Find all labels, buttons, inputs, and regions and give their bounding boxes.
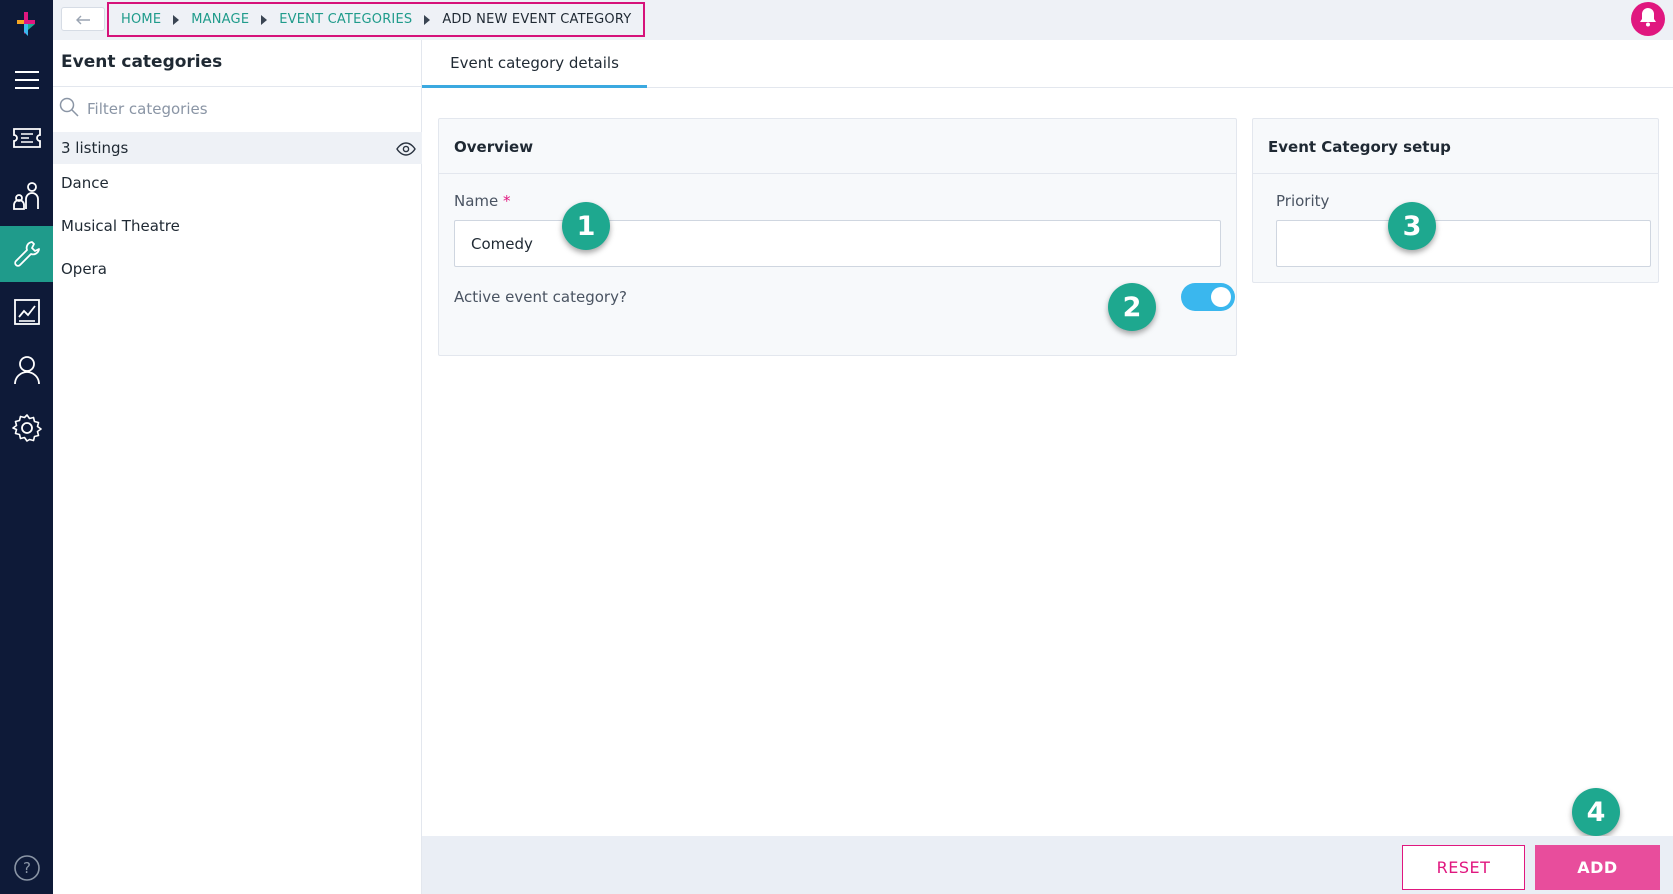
breadcrumb-home[interactable]: HOME (121, 12, 161, 27)
setup-panel: Event Category setup Priority (1252, 118, 1659, 283)
action-bar: RESET ADD (422, 836, 1673, 894)
toggle-knob (1211, 287, 1231, 307)
report-icon (13, 298, 41, 326)
svg-text:?: ? (23, 859, 31, 877)
gear-icon (11, 413, 42, 443)
nav-reports-button[interactable] (0, 284, 53, 340)
ticket-icon (12, 127, 41, 149)
callout-marker-1: 1 (562, 202, 610, 250)
priority-label: Priority (1276, 192, 1330, 210)
menu-icon (14, 70, 40, 90)
reset-button[interactable]: RESET (1402, 845, 1525, 890)
search-icon (59, 97, 79, 121)
overview-title: Overview (454, 138, 534, 156)
wrench-icon (12, 239, 42, 269)
category-sidebar: Event categories 3 listings Dance Musica… (53, 40, 422, 894)
breadcrumb-event-categories[interactable]: EVENT CATEGORIES (279, 12, 412, 27)
listings-bar: 3 listings (53, 132, 422, 164)
list-item-dance[interactable]: Dance (61, 174, 109, 192)
setup-panel-header: Event Category setup (1253, 119, 1658, 174)
nav-users-button[interactable] (0, 342, 53, 398)
nav-manage-button[interactable] (0, 226, 53, 282)
tab-bar: Event category details (422, 40, 1673, 88)
user-icon (13, 355, 41, 385)
callout-marker-3: 3 (1388, 202, 1436, 250)
bell-icon (1639, 7, 1657, 31)
listings-count: 3 listings (61, 139, 129, 157)
breadcrumb-manage[interactable]: MANAGE (191, 12, 249, 27)
back-button[interactable] (61, 7, 105, 31)
nav-rail: ? (0, 0, 53, 894)
nav-tickets-button[interactable] (0, 110, 53, 166)
breadcrumb-current: ADD NEW EVENT CATEGORY (442, 12, 632, 27)
priority-input[interactable] (1276, 220, 1651, 267)
callout-marker-4: 4 (1572, 788, 1620, 836)
tab-event-category-details[interactable]: Event category details (422, 40, 647, 88)
sidebar-title: Event categories (61, 52, 223, 72)
breadcrumb: HOME MANAGE EVENT CATEGORIES ADD NEW EVE… (107, 2, 646, 37)
active-category-label: Active event category? (454, 288, 627, 306)
breadcrumb-separator-icon (173, 14, 180, 25)
notifications-button[interactable] (1631, 2, 1665, 36)
help-icon: ? (13, 854, 41, 882)
name-label-text: Name (454, 192, 499, 210)
top-bar: HOME MANAGE EVENT CATEGORIES ADD NEW EVE… (53, 0, 1673, 40)
main-content: Event category details Overview Name * A… (422, 40, 1673, 894)
breadcrumb-separator-icon (261, 14, 268, 25)
required-marker: * (503, 192, 511, 210)
nav-settings-button[interactable] (0, 400, 53, 456)
list-item-musical-theatre[interactable]: Musical Theatre (61, 217, 180, 235)
active-category-toggle[interactable] (1181, 283, 1235, 311)
help-button[interactable]: ? (0, 840, 53, 894)
nav-menu-button[interactable] (0, 52, 53, 108)
filter-box (59, 96, 419, 122)
people-icon (12, 181, 42, 211)
eye-icon[interactable] (396, 141, 416, 160)
name-field-label: Name * (454, 192, 511, 210)
sidebar-divider (53, 86, 422, 87)
breadcrumb-separator-icon (424, 14, 431, 25)
setup-title: Event Category setup (1268, 138, 1451, 156)
add-button[interactable]: ADD (1535, 845, 1660, 890)
callout-marker-2: 2 (1108, 283, 1156, 331)
nav-customers-button[interactable] (0, 168, 53, 224)
list-item-opera[interactable]: Opera (61, 260, 107, 278)
app-logo-icon[interactable] (13, 10, 39, 38)
arrow-left-icon (75, 10, 91, 29)
overview-panel-header: Overview (439, 119, 1236, 174)
filter-categories-input[interactable] (87, 100, 407, 118)
